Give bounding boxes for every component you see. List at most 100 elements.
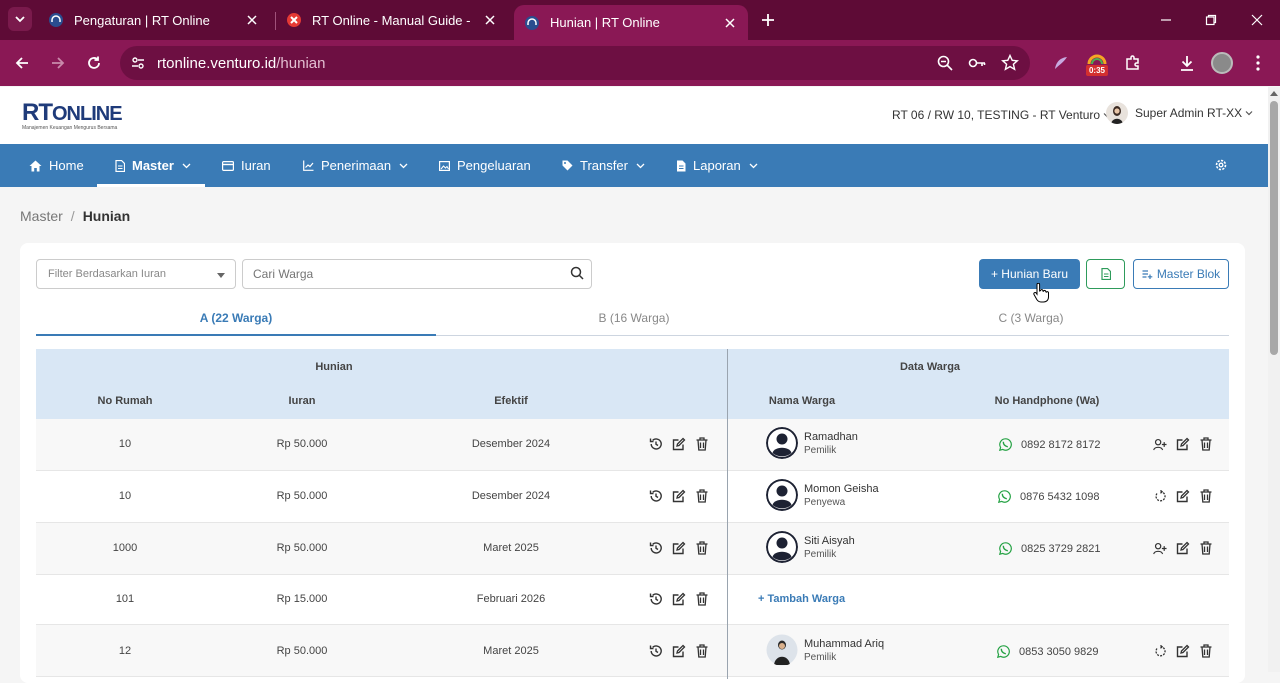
address-bar[interactable]: rtonline.venturo.id/hunian	[120, 46, 1030, 80]
close-window-button[interactable]	[1247, 10, 1267, 30]
caret-down-icon	[217, 273, 225, 278]
history-icon[interactable]	[649, 592, 663, 606]
cell-iuran: Rp 50.000	[276, 645, 328, 657]
nav-laporan[interactable]: Laporan	[676, 144, 758, 187]
nav-home[interactable]: Home	[29, 144, 84, 187]
chrome-menu-icon[interactable]	[1247, 52, 1269, 74]
extension-timer[interactable]: 0:35	[1086, 51, 1108, 77]
add-warga-link[interactable]: + Tambah Warga	[758, 593, 845, 605]
forward-button[interactable]	[47, 52, 69, 74]
filter-iuran-select[interactable]: Filter Berdasarkan Iuran	[36, 259, 236, 289]
warga-phone[interactable]: 0825 3729 2821	[999, 542, 1101, 555]
trash-icon[interactable]	[695, 437, 709, 451]
password-key-icon[interactable]	[968, 54, 986, 72]
new-tab-button[interactable]	[758, 10, 778, 30]
history-icon[interactable]	[649, 644, 663, 658]
chrome-profile-avatar[interactable]	[1211, 52, 1233, 74]
edit-icon[interactable]	[1176, 489, 1190, 503]
rt-selector[interactable]: RT 06 / RW 10, TESTING - RT Venturo	[892, 108, 1111, 122]
nav-transfer[interactable]: Transfer	[562, 144, 645, 187]
home-icon	[29, 160, 42, 171]
trash-icon[interactable]	[695, 489, 709, 503]
phone-number: 0825 3729 2821	[1021, 542, 1101, 555]
back-button[interactable]	[11, 52, 33, 74]
browser-tab-pengaturan[interactable]: Pengaturan | RT Online	[38, 5, 270, 35]
trash-icon[interactable]	[695, 592, 709, 606]
chevron-down-icon	[1245, 111, 1253, 116]
zoom-icon[interactable]	[936, 54, 954, 72]
nav-active-indicator	[97, 184, 205, 187]
trash-icon[interactable]	[1199, 541, 1213, 555]
close-tab-icon[interactable]	[244, 12, 260, 28]
cell-iuran: Rp 50.000	[276, 438, 328, 450]
history-icon[interactable]	[649, 541, 663, 555]
edit-icon[interactable]	[672, 437, 686, 451]
download-icon[interactable]	[1176, 52, 1198, 74]
scrollbar-thumb[interactable]	[1270, 101, 1278, 355]
warga-phone[interactable]: 0876 5432 1098	[998, 490, 1100, 503]
logo-text: RTONLINE	[22, 99, 123, 127]
table-row: 1000 Rp 50.000 Maret 2025 Siti Aisyah Pem…	[36, 523, 1229, 575]
gear-icon[interactable]	[1214, 158, 1228, 172]
trash-icon[interactable]	[1199, 437, 1213, 451]
page-scrollbar[interactable]	[1268, 87, 1280, 672]
add-user-icon[interactable]	[1153, 437, 1167, 451]
whatsapp-icon	[997, 645, 1010, 658]
user-placeholder-avatar	[766, 427, 798, 459]
warga-phone[interactable]: 0892 8172 8172	[999, 438, 1101, 451]
bookmark-star-icon[interactable]	[1001, 54, 1019, 72]
nav-master[interactable]: Master	[115, 144, 191, 187]
export-document-button[interactable]	[1086, 259, 1125, 289]
trash-icon[interactable]	[695, 541, 709, 555]
edit-icon[interactable]	[672, 592, 686, 606]
trash-icon[interactable]	[1199, 644, 1213, 658]
edit-icon[interactable]	[672, 489, 686, 503]
history-icon[interactable]	[649, 489, 663, 503]
chevron-down-icon	[749, 163, 758, 169]
group-warga-header: Data Warga	[899, 361, 961, 373]
nav-penerimaan[interactable]: Penerimaan	[303, 144, 408, 187]
breadcrumb-parent[interactable]: Master	[20, 208, 63, 224]
filter-placeholder: Filter Berdasarkan Iuran	[48, 268, 166, 280]
search-icon[interactable]	[570, 266, 584, 280]
browser-tab-manual-guide[interactable]: RT Online - Manual Guide - Xm	[276, 5, 508, 35]
tab-blok-b[interactable]: B (16 Warga)	[434, 309, 834, 335]
rotate-icon[interactable]	[1153, 644, 1167, 658]
site-info-icon[interactable]	[130, 55, 146, 71]
master-blok-button[interactable]: Master Blok	[1133, 259, 1229, 289]
warga-text: Momon Geisha Penyewa	[804, 483, 879, 508]
edit-icon[interactable]	[672, 644, 686, 658]
trash-icon[interactable]	[1199, 489, 1213, 503]
edit-icon[interactable]	[1176, 644, 1190, 658]
tab-blok-c[interactable]: C (3 Warga)	[831, 309, 1231, 335]
warga-phone[interactable]: 0853 3050 9829	[997, 645, 1099, 658]
minimize-button[interactable]	[1156, 10, 1176, 30]
edit-icon[interactable]	[1176, 541, 1190, 555]
restore-button[interactable]	[1201, 10, 1221, 30]
tab-search-button[interactable]	[8, 7, 32, 31]
nav-pengeluaran[interactable]: Pengeluaran	[439, 144, 531, 187]
close-tab-icon[interactable]	[722, 15, 738, 31]
edit-icon[interactable]	[1176, 437, 1190, 451]
extensions-puzzle-icon[interactable]	[1122, 52, 1144, 74]
add-user-icon[interactable]	[1153, 541, 1167, 555]
user-menu[interactable]: Super Admin RT-XX	[1106, 102, 1253, 124]
manual-favicon-icon	[287, 13, 301, 27]
trash-icon[interactable]	[695, 644, 709, 658]
search-warga-input[interactable]	[242, 259, 592, 289]
add-hunian-button[interactable]: + Hunian Baru	[979, 259, 1080, 289]
hand-cursor-icon	[1033, 283, 1049, 303]
tab-blok-a[interactable]: A (22 Warga)	[36, 309, 436, 336]
reload-button[interactable]	[83, 52, 105, 74]
browser-tab-hunian[interactable]: Hunian | RT Online	[514, 5, 748, 40]
scroll-up-arrow-icon[interactable]	[1270, 91, 1278, 96]
history-icon[interactable]	[649, 437, 663, 451]
nav-master-label: Master	[132, 158, 174, 173]
nav-iuran[interactable]: Iuran	[222, 144, 271, 187]
add-hunian-label: + Hunian Baru	[990, 267, 1069, 281]
edit-icon[interactable]	[672, 541, 686, 555]
extension-feather-icon[interactable]	[1050, 52, 1072, 74]
close-tab-icon[interactable]	[482, 12, 498, 28]
rotate-icon[interactable]	[1153, 489, 1167, 503]
rt-online-logo[interactable]: RTONLINE Manajemen Keuangan Mengurus Ber…	[22, 99, 123, 131]
